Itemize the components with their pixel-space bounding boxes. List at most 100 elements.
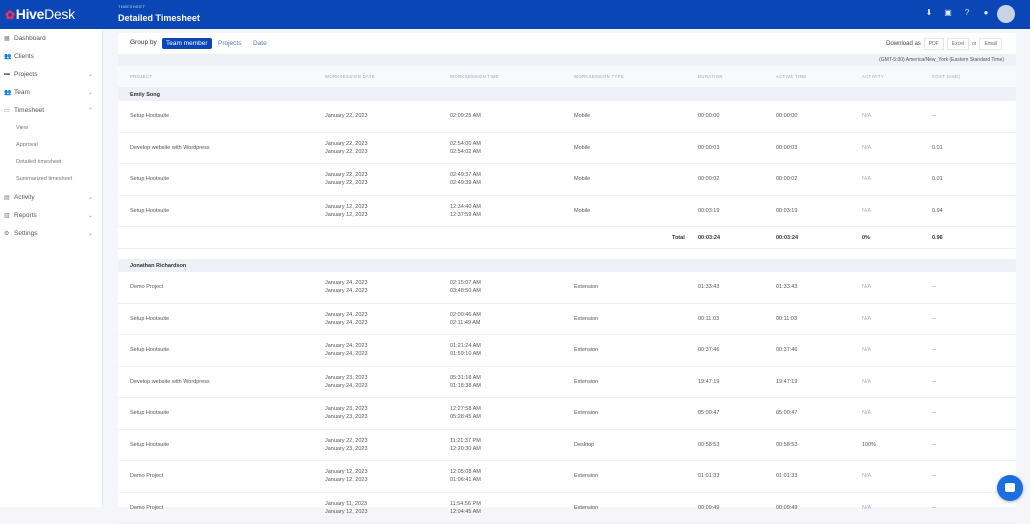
- timesheet-icon: ▭: [4, 107, 11, 114]
- cost-cell: --: [932, 315, 936, 323]
- project-cell: Setup Hootsuite: [130, 175, 169, 183]
- table-header: PROJECT WORKSESSION DATE WORKSESSION TIME W…: [118, 66, 1016, 88]
- sidebar-item-dashboard[interactable]: ▦Dashboard: [0, 29, 102, 47]
- table-row[interactable]: Setup Hootsuite January 22, 2023January …: [118, 164, 1016, 196]
- group-by-projects-button[interactable]: Projects: [214, 38, 245, 49]
- sidebar-item-label: Settings: [14, 230, 88, 237]
- sidebar-item-activity[interactable]: ▤Activity⌄: [0, 188, 102, 206]
- date-cell: January 24, 2023January 24, 2023: [325, 279, 368, 295]
- activity-cell: N/A: [862, 346, 871, 354]
- group-header: Jonathan Richardson: [118, 259, 1016, 272]
- sidebar-item-reports[interactable]: ▥Reports⌄: [0, 206, 102, 224]
- table-row[interactable]: Demo Project January 11, 2023January 12,…: [118, 493, 1016, 524]
- column-header[interactable]: ACTIVE TIME: [776, 74, 807, 79]
- cost-cell: --: [932, 112, 936, 120]
- table-row[interactable]: Setup Hootsuite January 22, 2023 02:09:2…: [118, 101, 1016, 133]
- help-icon[interactable]: ?: [963, 9, 971, 17]
- group-header: Emily Song: [118, 88, 1016, 101]
- project-cell: Setup Hootsuite: [130, 315, 169, 323]
- duration-cell: 00:03:19: [698, 207, 719, 215]
- type-cell: Desktop: [574, 441, 594, 449]
- chevron-icon: ⌄: [88, 89, 102, 96]
- hivedesk-logo[interactable]: ✿HiveDesk: [5, 6, 75, 22]
- activity-cell: N/A: [862, 283, 871, 291]
- active-time-cell: 01:33:43: [776, 283, 797, 291]
- logo-text: Hive: [16, 6, 44, 22]
- group-by-team-member-button[interactable]: Team member: [162, 38, 212, 49]
- table-row[interactable]: Setup Hootsuite January 24, 2023January …: [118, 304, 1016, 336]
- column-header[interactable]: PROJECT: [130, 74, 152, 79]
- table-row[interactable]: Setup Hootsuite January 22, 2023January …: [118, 430, 1016, 462]
- type-cell: Extension: [574, 409, 598, 417]
- sidebar-subitem[interactable]: Detailed timesheet: [0, 154, 102, 171]
- activity-cell: N/A: [862, 175, 871, 183]
- duration-cell: 00:11:03: [698, 315, 719, 323]
- sidebar-item-timesheet[interactable]: ▭Timesheet⌃: [0, 102, 102, 120]
- sidebar-item-clients[interactable]: 👥Clients: [0, 47, 102, 65]
- cost-cell: 0.94: [932, 207, 943, 215]
- sidebar-item-projects[interactable]: ▬Projects⌄: [0, 65, 102, 83]
- sidebar: ▦Dashboard👥Clients▬Projects⌄👥Team⌄▭Times…: [0, 29, 103, 507]
- project-cell: Setup Hootsuite: [130, 441, 169, 449]
- duration-cell: 00:09:49: [698, 504, 719, 512]
- duration-cell: 00:58:53: [698, 441, 719, 449]
- avatar[interactable]: [997, 5, 1015, 23]
- date-cell: January 23, 2023January 23, 2023: [325, 405, 368, 421]
- active-time-cell: 00:11:03: [776, 315, 797, 323]
- table-row[interactable]: Demo Project January 24, 2023January 24,…: [118, 272, 1016, 304]
- column-header[interactable]: WORKSESSION DATE: [325, 74, 375, 79]
- total-row: Total 00:03:24 00:03:24 0% 0.96: [118, 227, 1016, 249]
- sidebar-item-settings[interactable]: ⚙Settings⌄: [0, 224, 102, 242]
- time-cell: 02:49:37 AM02:49:39 AM: [450, 171, 481, 187]
- date-cell: January 22, 2023January 23, 2023: [325, 437, 368, 453]
- table-row[interactable]: Demo Project January 12, 2023January 12,…: [118, 461, 1016, 493]
- chevron-icon: ⌄: [88, 212, 102, 219]
- chat-button[interactable]: [997, 475, 1023, 501]
- logo-text-rest: Desk: [44, 6, 75, 22]
- date-cell: January 11, 2023January 12, 2023: [325, 500, 368, 516]
- project-cell: Demo Project: [130, 283, 163, 291]
- map-icon[interactable]: ▣: [944, 9, 952, 17]
- table-row[interactable]: Setup Hootsuite January 24, 2023January …: [118, 335, 1016, 367]
- breadcrumb: TIMESHEET: [118, 4, 145, 9]
- active-time-cell: 01:01:33: [776, 472, 797, 480]
- activity-cell: N/A: [862, 144, 871, 152]
- download-pdf-button[interactable]: PDF: [924, 38, 944, 50]
- time-cell: 11:21:37 PM12:20:30 AM: [450, 437, 481, 453]
- active-time-cell: 00:00:00: [776, 112, 797, 120]
- column-header[interactable]: COST (USD): [932, 74, 960, 79]
- active-time-cell: 00:58:53: [776, 441, 797, 449]
- active-time-cell: 00:09:49: [776, 504, 797, 512]
- table-row[interactable]: Setup Hootsuite January 23, 2023January …: [118, 398, 1016, 430]
- column-header[interactable]: WORKSESSION TYPE: [574, 74, 624, 79]
- time-cell: 02:00:46 AM02:11:49 AM: [450, 311, 481, 327]
- gear-icon[interactable]: ●: [982, 9, 990, 17]
- table-row[interactable]: Develop website with Wordpress January 2…: [118, 367, 1016, 399]
- activity-cell: N/A: [862, 472, 871, 480]
- download-icon[interactable]: ⬇: [925, 9, 933, 17]
- download-excel-button[interactable]: Excel: [947, 38, 969, 50]
- column-header[interactable]: ACTIVITY: [862, 74, 884, 79]
- sidebar-item-label: Activity: [14, 194, 88, 201]
- column-header[interactable]: WORKSESSION TIME: [450, 74, 499, 79]
- download-as-label: Download as: [886, 41, 921, 47]
- sidebar-item-team[interactable]: 👥Team⌄: [0, 84, 102, 102]
- chevron-icon: ⌄: [88, 194, 102, 201]
- group-by-label: Group by: [130, 39, 157, 46]
- column-header[interactable]: DURATION: [698, 74, 723, 79]
- type-cell: Mobile: [574, 112, 590, 120]
- project-cell: Setup Hootsuite: [130, 112, 169, 120]
- group-by-date-button[interactable]: Date: [249, 38, 271, 49]
- timezone-label: (GMT-5:00) America/New_York (Eastern Sta…: [118, 54, 1016, 66]
- active-time-cell: 00:37:46: [776, 346, 797, 354]
- sidebar-item-label: Dashboard: [14, 35, 88, 42]
- sidebar-subitem[interactable]: Summarized timesheet: [0, 171, 102, 188]
- table-row[interactable]: Setup Hootsuite January 12, 2023January …: [118, 196, 1016, 228]
- sidebar-subitem[interactable]: Approval: [0, 137, 102, 154]
- email-button[interactable]: Email: [979, 38, 1002, 50]
- chevron-icon: ⌄: [88, 71, 102, 78]
- sidebar-subitem[interactable]: View: [0, 120, 102, 137]
- type-cell: Mobile: [574, 144, 590, 152]
- table-row[interactable]: Develop website with Wordpress January 2…: [118, 133, 1016, 165]
- project-cell: Setup Hootsuite: [130, 409, 169, 417]
